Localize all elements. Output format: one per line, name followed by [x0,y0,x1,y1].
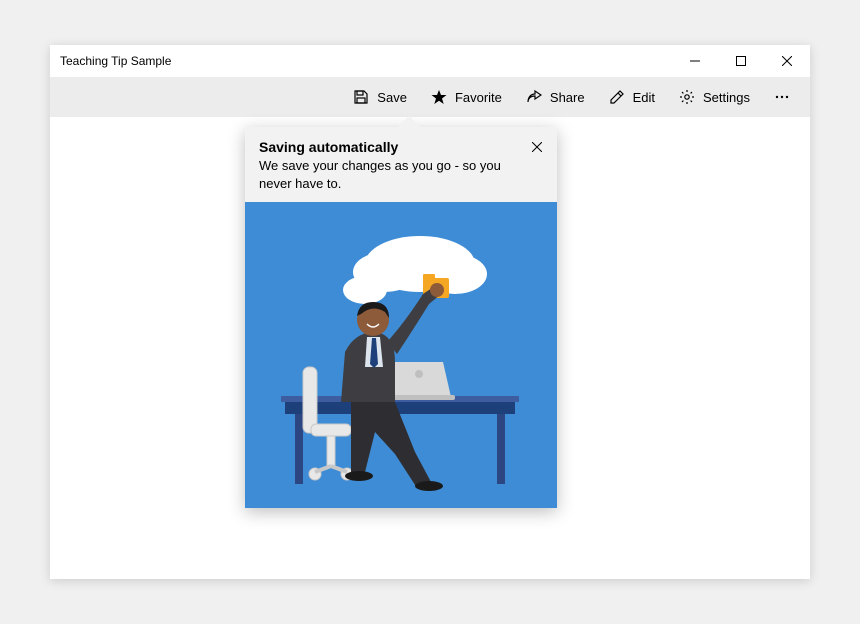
app-window: Teaching Tip Sample [50,45,810,579]
minimize-button[interactable] [672,45,718,77]
minimize-icon [690,54,700,69]
tip-subtitle: We save your changes as you go - so you … [259,157,543,192]
maximize-icon [736,54,746,69]
edit-button[interactable]: Edit [597,79,667,115]
more-button[interactable] [762,79,802,115]
window-controls [672,45,810,77]
favorite-label: Favorite [455,90,502,105]
close-icon [782,54,792,69]
titlebar: Teaching Tip Sample [50,45,810,77]
share-button[interactable]: Share [514,79,597,115]
maximize-button[interactable] [718,45,764,77]
window-title: Teaching Tip Sample [60,54,672,68]
tip-header: Saving automatically We save your change… [245,127,557,202]
tip-title: Saving automatically [259,139,543,155]
settings-label: Settings [703,90,750,105]
favorite-button[interactable]: Favorite [419,79,514,115]
tip-close-button[interactable] [527,137,547,157]
share-icon [526,89,542,105]
gear-icon [679,89,695,105]
close-icon [532,140,542,155]
tip-hero-image [245,202,557,508]
star-icon [431,89,447,105]
close-button[interactable] [764,45,810,77]
teaching-tip: Saving automatically We save your change… [245,127,557,508]
save-label: Save [377,90,407,105]
share-label: Share [550,90,585,105]
edit-label: Edit [633,90,655,105]
more-icon [774,89,790,105]
save-icon [353,89,369,105]
commandbar: Save Favorite Share [50,77,810,117]
content-area: Saving automatically We save your change… [50,117,810,579]
settings-button[interactable]: Settings [667,79,762,115]
edit-icon [609,89,625,105]
save-button[interactable]: Save [341,79,419,115]
